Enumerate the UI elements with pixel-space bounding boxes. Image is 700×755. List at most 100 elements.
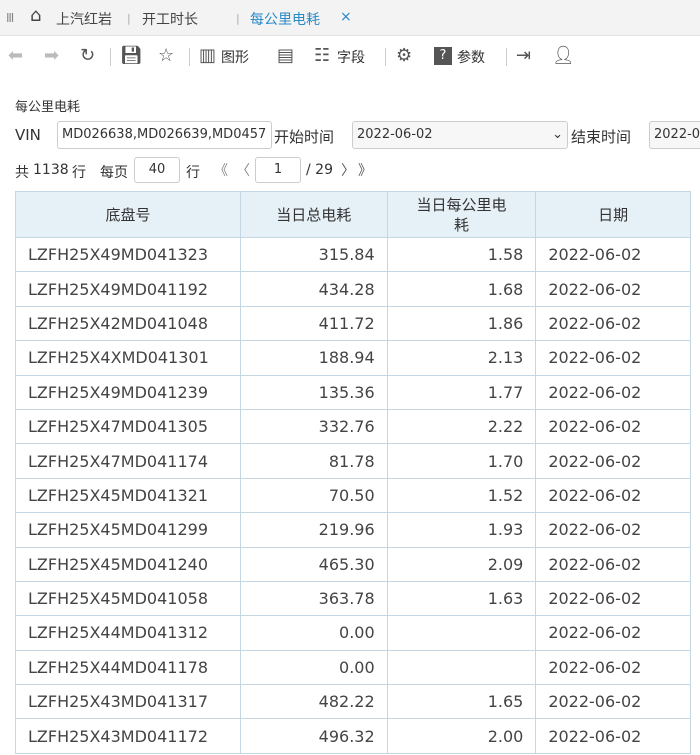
chassis-cell: LZFH25X45MD041321 (15, 477, 241, 514)
chassis-cell: LZFH25X49MD041239 (15, 374, 241, 410)
energy-per-km-cell (386, 649, 537, 686)
energy-per-km-cell: 1.52 (386, 477, 537, 514)
chassis-cell: LZFH25X45MD041299 (15, 512, 241, 548)
chassis-cell: LZFH25X43MD041172 (15, 718, 241, 754)
table-header: 底盘号 当日总电耗 当日每公里电耗 日期 (15, 191, 691, 238)
menu-icon[interactable]: Ⅲ (6, 11, 14, 25)
export-icon[interactable]: ⇥ (516, 45, 531, 66)
energy-per-km-cell: 2.09 (386, 546, 537, 582)
date-cell: 2022-06-02 (535, 236, 691, 273)
chassis-cell: LZFH25X47MD041174 (15, 443, 241, 479)
help-icon[interactable]: ? (434, 47, 452, 65)
table-row[interactable]: LZFH25X44MD041312 0.00 2022-06-02 (15, 615, 691, 651)
tab-bar: Ⅲ ⌂ 上汽红岩 | 开工时长 | 每公里电耗 × (0, 0, 700, 36)
gear-icon[interactable]: ⚙ (396, 45, 412, 66)
table-row[interactable]: LZFH25X49MD041239 135.36 1.77 2022-06-02 (15, 374, 691, 410)
date-cell: 2022-06-02 (535, 718, 691, 754)
first-page-icon[interactable]: 《 (214, 160, 228, 180)
tab-separator: | (236, 12, 240, 25)
table-row[interactable]: LZFH25X4XMD041301 188.94 2.13 2022-06-02 (15, 340, 691, 376)
vin-input[interactable]: MD026638,MD026639,MD0457 (57, 121, 272, 149)
table-row[interactable]: LZFH25X44MD041178 0.00 2022-06-02 (15, 649, 691, 686)
energy-per-km-cell: 1.77 (386, 374, 537, 410)
close-tab-icon[interactable]: × (340, 9, 352, 25)
table-row[interactable]: LZFH25X43MD041317 482.22 1.65 2022-06-02 (15, 684, 691, 720)
table-row[interactable]: LZFH25X45MD041058 363.78 1.63 2022-06-02 (15, 580, 691, 617)
table-row[interactable]: LZFH25X47MD041305 332.76 2.22 2022-06-02 (15, 408, 691, 445)
save-icon[interactable]: 💾︎ (120, 45, 143, 66)
total-energy-cell: 188.94 (239, 340, 388, 376)
table-row[interactable]: LZFH25X47MD041174 81.78 1.70 2022-06-02 (15, 443, 691, 479)
total-energy-cell: 434.28 (239, 271, 388, 307)
chassis-cell: LZFH25X44MD041312 (15, 615, 241, 651)
prev-page-icon[interactable]: 〈 (236, 160, 250, 180)
start-time-value: 2022-06-02 (357, 127, 433, 142)
divider (506, 48, 507, 66)
table-row[interactable]: LZFH25X45MD041321 70.50 1.52 2022-06-02 (15, 477, 691, 514)
per-page-suffix: 行 (186, 165, 200, 181)
date-cell: 2022-06-02 (535, 443, 691, 479)
date-cell: 2022-06-02 (535, 271, 691, 307)
toolbar: ⬅ ➡ ↻ 💾︎ ☆ ▥ 图形 ▤ ☷ 字段 ⚙ ? 参数 ⇥ 👤︎ (0, 36, 700, 76)
back-icon[interactable]: ⬅ (8, 45, 23, 66)
tab-energy-per-km[interactable]: 每公里电耗 (250, 9, 320, 29)
tab-home[interactable]: 上汽红岩 (56, 9, 112, 29)
table-row[interactable]: LZFH25X49MD041323 315.84 1.58 2022-06-02 (15, 236, 691, 273)
divider (110, 48, 111, 66)
fields-button[interactable]: 字段 (337, 47, 365, 67)
forward-icon[interactable]: ➡ (44, 45, 59, 66)
total-suffix: 行 (72, 165, 86, 181)
total-energy-cell: 0.00 (239, 649, 388, 686)
refresh-icon[interactable]: ↻ (80, 45, 95, 66)
total-energy-cell: 411.72 (239, 305, 388, 342)
bar-chart-icon[interactable]: ▥ (199, 45, 216, 66)
date-cell: 2022-06-02 (535, 580, 691, 617)
chassis-cell: LZFH25X45MD041058 (15, 580, 241, 617)
params-button[interactable]: 参数 (457, 47, 485, 67)
table-row[interactable]: LZFH25X45MD041240 465.30 2.09 2022-06-02 (15, 546, 691, 582)
column-header-date[interactable]: 日期 (535, 191, 691, 238)
divider (189, 48, 190, 66)
table-row[interactable]: LZFH25X43MD041172 496.32 2.00 2022-06-02 (15, 718, 691, 754)
tab-work-duration[interactable]: 开工时长 (142, 9, 198, 29)
date-cell: 2022-06-02 (535, 546, 691, 582)
column-header-energy-per-km[interactable]: 当日每公里电耗 (386, 191, 537, 238)
date-cell: 2022-06-02 (535, 408, 691, 445)
chart-button[interactable]: 图形 (221, 47, 249, 67)
column-header-chassis[interactable]: 底盘号 (15, 191, 241, 238)
date-cell: 2022-06-02 (535, 340, 691, 376)
chassis-cell: LZFH25X4XMD041301 (15, 340, 241, 376)
layout-icon[interactable]: ▤ (277, 45, 294, 66)
total-energy-cell: 135.36 (239, 374, 388, 410)
table-row[interactable]: LZFH25X49MD041192 434.28 1.68 2022-06-02 (15, 271, 691, 307)
user-icon[interactable]: 👤︎ (552, 45, 575, 66)
energy-per-km-cell: 1.58 (386, 236, 537, 273)
end-time-select[interactable]: 2022-06-02 (649, 121, 700, 149)
total-energy-cell: 81.78 (239, 443, 388, 479)
total-energy-cell: 482.22 (239, 684, 388, 720)
total-energy-cell: 332.76 (239, 408, 388, 445)
energy-per-km-cell: 1.68 (386, 271, 537, 307)
vin-label: VIN (15, 126, 41, 144)
next-page-icon[interactable]: 〉 (341, 160, 355, 180)
last-page-icon[interactable]: 》 (358, 160, 372, 180)
per-page-input[interactable]: 40 (134, 157, 180, 183)
tab-separator: | (127, 12, 131, 25)
star-icon[interactable]: ☆ (158, 45, 174, 66)
chevron-down-icon: ⌄ (552, 127, 563, 142)
energy-per-km-cell: 2.00 (386, 718, 537, 754)
total-energy-cell: 219.96 (239, 512, 388, 548)
table-row[interactable]: LZFH25X42MD041048 411.72 1.86 2022-06-02 (15, 305, 691, 342)
home-icon[interactable]: ⌂ (30, 5, 41, 26)
page-input[interactable]: 1 (255, 157, 301, 183)
energy-per-km-cell: 2.22 (386, 408, 537, 445)
total-energy-cell: 70.50 (239, 477, 388, 514)
fields-icon[interactable]: ☷ (314, 45, 330, 66)
data-table: 底盘号 当日总电耗 当日每公里电耗 日期 LZFH25X49MD041323 31… (15, 191, 691, 754)
chassis-cell: LZFH25X44MD041178 (15, 649, 241, 686)
start-time-select[interactable]: 2022-06-02 ⌄ (352, 121, 568, 149)
column-header-total-energy[interactable]: 当日总电耗 (239, 191, 388, 238)
total-energy-cell: 363.78 (239, 580, 388, 617)
table-row[interactable]: LZFH25X45MD041299 219.96 1.93 2022-06-02 (15, 512, 691, 548)
start-time-label: 开始时间 (274, 128, 335, 146)
